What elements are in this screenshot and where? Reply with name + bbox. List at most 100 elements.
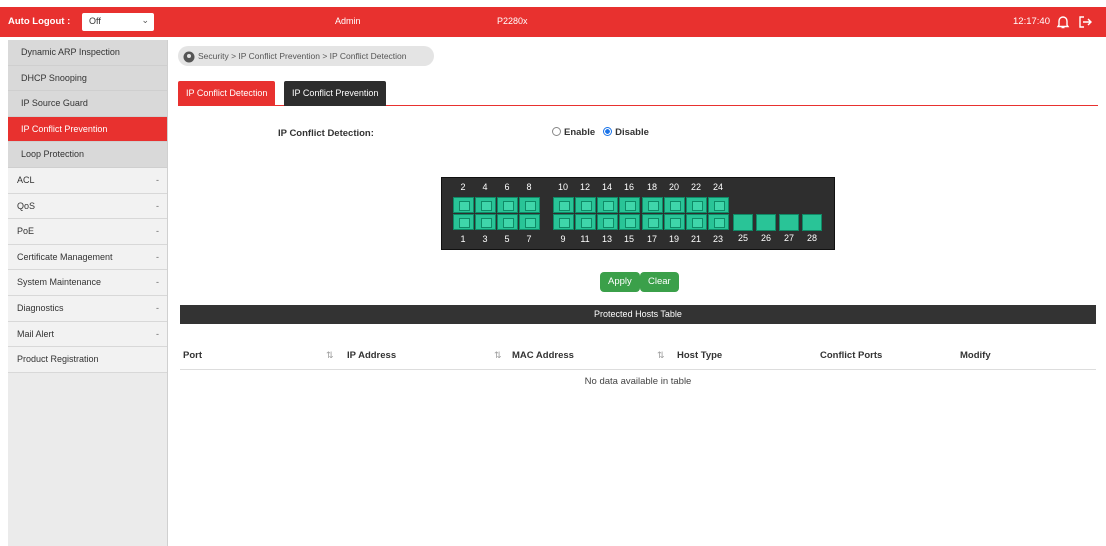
port-8[interactable] bbox=[519, 197, 540, 213]
port-number-label: 15 bbox=[623, 234, 634, 244]
port-number-label: 23 bbox=[712, 234, 723, 244]
port-16[interactable] bbox=[619, 197, 640, 213]
column-header-modify[interactable]: Modify bbox=[960, 350, 991, 361]
sidebar-subitem[interactable]: Dynamic ARP Inspection bbox=[8, 40, 167, 66]
enable-radio[interactable] bbox=[552, 127, 561, 136]
column-header-host-type[interactable]: Host Type bbox=[677, 350, 722, 361]
port-number-label: 18 bbox=[646, 182, 657, 192]
port-number-label: 20 bbox=[668, 182, 679, 192]
port-number-label: 4 bbox=[482, 182, 488, 192]
sort-icon[interactable]: ⇅ bbox=[494, 350, 502, 361]
sidebar-item-label: System Maintenance bbox=[17, 277, 102, 288]
port-24[interactable] bbox=[708, 197, 729, 213]
top-bar: Auto Logout : Off ⌄ Admin P2280x 12:17:4… bbox=[0, 7, 1106, 37]
port-number-label: 28 bbox=[806, 233, 817, 243]
sidebar-item[interactable]: QoS - bbox=[8, 193, 167, 220]
port-3[interactable] bbox=[475, 214, 496, 230]
collapse-icon: - bbox=[156, 328, 159, 339]
port-number-label: 2 bbox=[460, 182, 466, 192]
port-number-label: 8 bbox=[526, 182, 532, 192]
collapse-icon: - bbox=[156, 277, 159, 288]
port-6[interactable] bbox=[497, 197, 518, 213]
port-1[interactable] bbox=[453, 214, 474, 230]
collapse-icon: - bbox=[156, 302, 159, 313]
port-11[interactable] bbox=[575, 214, 596, 230]
sidebar-subitem[interactable]: DHCP Snooping bbox=[8, 65, 167, 92]
port-number-label: 19 bbox=[668, 234, 679, 244]
column-header-conflict-ports[interactable]: Conflict Ports bbox=[820, 350, 882, 361]
port-number-label: 16 bbox=[623, 182, 634, 192]
ip-conflict-detection-label: IP Conflict Detection: bbox=[278, 128, 374, 139]
sidebar-subitem[interactable]: IP Source Guard bbox=[8, 91, 167, 117]
port-15[interactable] bbox=[619, 214, 640, 230]
table-header-divider bbox=[180, 369, 1096, 370]
tab-ip-conflict-prevention[interactable]: IP Conflict Prevention bbox=[284, 81, 387, 106]
sidebar-item[interactable]: Certificate Management - bbox=[8, 244, 167, 271]
sfp-port-26[interactable] bbox=[756, 214, 776, 231]
port-4[interactable] bbox=[475, 197, 496, 213]
sidebar-item[interactable]: Mail Alert - bbox=[8, 321, 167, 348]
sidebar-item[interactable]: System Maintenance - bbox=[8, 270, 167, 296]
port-17[interactable] bbox=[642, 214, 663, 230]
disable-radio[interactable] bbox=[603, 127, 613, 136]
port-10[interactable] bbox=[553, 197, 574, 213]
port-12[interactable] bbox=[575, 197, 596, 213]
port-5[interactable] bbox=[497, 214, 518, 230]
port-number-label: 27 bbox=[783, 233, 794, 243]
switch-port-panel: 2 4 6 8 10 12 14 16 18 20 22 24 1 3 5 7 9 11 13 15 17 19 21 23 2… bbox=[441, 177, 835, 250]
collapse-icon: - bbox=[156, 251, 159, 262]
tab-ip-conflict-detection[interactable]: IP Conflict Detection bbox=[178, 81, 276, 106]
port-20[interactable] bbox=[664, 197, 685, 213]
clear-button[interactable]: Clear bbox=[640, 272, 679, 292]
port-number-label: 26 bbox=[760, 233, 771, 243]
sidebar-subitem[interactable]: Loop Protection bbox=[8, 142, 167, 168]
port-22[interactable] bbox=[686, 197, 707, 213]
sidebar-item-label: QoS bbox=[17, 200, 36, 211]
table-empty-message: No data available in table bbox=[584, 376, 692, 387]
port-21[interactable] bbox=[686, 214, 707, 230]
sfp-port-28[interactable] bbox=[802, 214, 822, 231]
location-pin-icon bbox=[183, 50, 195, 63]
sidebar: Dynamic ARP Inspection DHCP Snooping IP So… bbox=[8, 40, 168, 546]
bell-icon[interactable] bbox=[1054, 13, 1072, 31]
port-number-label: 10 bbox=[557, 182, 568, 192]
sidebar-item-label: Product Registration bbox=[17, 354, 99, 365]
collapse-icon: - bbox=[156, 226, 159, 237]
port-23[interactable] bbox=[708, 214, 729, 230]
port-number-label: 13 bbox=[601, 234, 612, 244]
logout-icon[interactable] bbox=[1076, 13, 1094, 31]
port-14[interactable] bbox=[597, 197, 618, 213]
sort-icon[interactable]: ⇅ bbox=[326, 350, 334, 361]
auto-logout-select[interactable]: Off ⌄ bbox=[82, 13, 154, 31]
sidebar-item-label: Certificate Management bbox=[17, 251, 113, 262]
auto-logout-label: Auto Logout : bbox=[8, 16, 71, 27]
port-18[interactable] bbox=[642, 197, 663, 213]
port-13[interactable] bbox=[597, 214, 618, 230]
sidebar-item[interactable]: Diagnostics - bbox=[8, 295, 167, 322]
sidebar-subitem[interactable]: IP Conflict Prevention bbox=[8, 116, 167, 143]
sidebar-item[interactable]: Product Registration bbox=[8, 347, 167, 373]
sfp-port-27[interactable] bbox=[779, 214, 799, 231]
sfp-port-25[interactable] bbox=[733, 214, 753, 231]
port-9[interactable] bbox=[553, 214, 574, 230]
column-header-port[interactable]: Port bbox=[183, 350, 202, 361]
port-2[interactable] bbox=[453, 197, 474, 213]
port-19[interactable] bbox=[664, 214, 685, 230]
port-number-label: 24 bbox=[712, 182, 723, 192]
chevron-down-icon: ⌄ bbox=[141, 15, 149, 25]
sidebar-item[interactable]: PoE - bbox=[8, 219, 167, 245]
sort-icon[interactable]: ⇅ bbox=[657, 350, 665, 361]
collapse-icon: - bbox=[156, 174, 159, 185]
port-number-label: 3 bbox=[482, 234, 488, 244]
sidebar-item[interactable]: ACL - bbox=[8, 167, 167, 194]
port-7[interactable] bbox=[519, 214, 540, 230]
tab-bar: IP Conflict Detection IP Conflict Preven… bbox=[178, 81, 1098, 106]
clock: 12:17:40 bbox=[1013, 16, 1050, 27]
port-number-label: 17 bbox=[646, 234, 657, 244]
port-number-label: 1 bbox=[460, 234, 466, 244]
apply-button[interactable]: Apply bbox=[600, 272, 640, 292]
column-header-ip-address[interactable]: IP Address bbox=[347, 350, 396, 361]
port-number-label: 21 bbox=[690, 234, 701, 244]
protected-hosts-table-title: Protected Hosts Table bbox=[180, 305, 1096, 324]
column-header-mac-address[interactable]: MAC Address bbox=[512, 350, 574, 361]
